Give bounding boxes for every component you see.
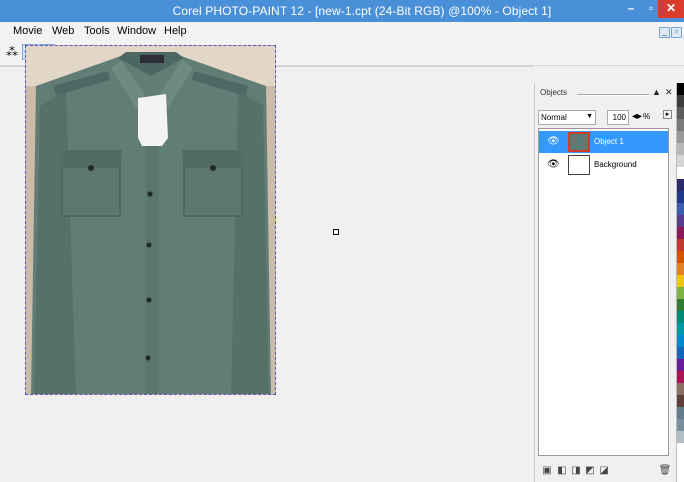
object-row-background[interactable]: 👁 Background xyxy=(539,154,668,176)
object-row-object-1[interactable]: 👁 Object 1 xyxy=(539,131,668,153)
color-swatch[interactable] xyxy=(677,227,684,239)
docker-options-icon[interactable]: ▸ xyxy=(663,110,672,119)
color-swatch[interactable] xyxy=(677,143,684,155)
window-title: Corel PHOTO-PAINT 12 - [new-1.cpt (24-Bi… xyxy=(172,4,552,18)
color-swatch[interactable] xyxy=(677,323,684,335)
color-swatch[interactable] xyxy=(677,95,684,107)
object-thumbnail xyxy=(568,132,590,152)
color-swatch[interactable] xyxy=(677,287,684,299)
objects-list: 👁 Object 1 👁 Background xyxy=(538,128,669,456)
color-swatch[interactable] xyxy=(677,131,684,143)
new-object-icon[interactable]: ▣ xyxy=(540,464,554,477)
color-swatch[interactable] xyxy=(677,431,684,443)
objects-docker: Objects ▲ ✕ Normal ▼ 100 ◂▸ % ▸ 👁 Object… xyxy=(534,83,674,482)
clip-group-icon[interactable]: ◪ xyxy=(597,464,611,477)
object-name: Background xyxy=(594,160,637,169)
background-thumbnail xyxy=(568,155,590,175)
document-minimize-button[interactable]: _ xyxy=(659,27,670,38)
merge-mode-value: Normal xyxy=(541,113,567,122)
color-swatch[interactable] xyxy=(677,215,684,227)
menu-help[interactable]: Help xyxy=(164,25,187,37)
color-swatch[interactable] xyxy=(677,119,684,131)
color-swatch[interactable] xyxy=(677,191,684,203)
menu-window-label: Window xyxy=(117,25,157,37)
docker-close-icon[interactable]: ✕ xyxy=(665,87,673,98)
menu-web[interactable]: Web xyxy=(52,25,74,37)
docker-footer: ▣ ◧ ◨ ◩ ◪ 🗑 xyxy=(538,464,672,480)
color-swatch[interactable] xyxy=(677,335,684,347)
color-swatch[interactable] xyxy=(677,383,684,395)
combine-icon[interactable]: ◨ xyxy=(569,464,583,477)
shirt-photo xyxy=(26,46,275,394)
menu-window[interactable]: Window xyxy=(117,25,156,37)
menu-help-label: Help xyxy=(164,25,187,37)
delete-object-icon[interactable]: 🗑 xyxy=(658,464,672,477)
docker-title: Objects xyxy=(540,88,568,97)
color-swatch[interactable] xyxy=(677,347,684,359)
color-swatch[interactable] xyxy=(677,407,684,419)
title-bar: Corel PHOTO-PAINT 12 - [new-1.cpt (24-Bi… xyxy=(0,0,684,22)
document-restore-button[interactable]: ▫ xyxy=(671,27,682,38)
color-swatch[interactable] xyxy=(677,167,684,179)
mask-icon[interactable]: ⁂ xyxy=(4,44,20,60)
color-swatch[interactable] xyxy=(677,179,684,191)
color-swatch[interactable] xyxy=(677,83,684,95)
shirt-image[interactable] xyxy=(25,45,276,395)
visibility-eye-icon[interactable]: 👁 xyxy=(547,136,560,147)
menu-tools[interactable]: Tools xyxy=(84,25,110,37)
object-node-handle[interactable] xyxy=(333,229,339,235)
docker-header: Objects ▲ ✕ xyxy=(535,87,675,101)
color-swatch[interactable] xyxy=(677,371,684,383)
color-palette xyxy=(676,83,684,482)
color-swatch[interactable] xyxy=(677,239,684,251)
color-swatch[interactable] xyxy=(677,395,684,407)
menu-tools-label: Tools xyxy=(84,25,110,37)
menu-bar: Movie Web Tools Window Help _ ▫ xyxy=(0,22,684,40)
visibility-eye-icon[interactable]: 👁 xyxy=(547,159,560,170)
mdi-controls: _ ▫ xyxy=(658,25,682,38)
color-swatch[interactable] xyxy=(677,263,684,275)
color-swatch[interactable] xyxy=(677,275,684,287)
opacity-input[interactable]: 100 xyxy=(607,110,629,125)
new-lens-icon[interactable]: ◧ xyxy=(555,464,569,477)
collapse-icon[interactable]: ▲ xyxy=(652,87,661,97)
minimize-button[interactable]: – xyxy=(620,0,642,18)
object-properties-row: Normal ▼ 100 ◂▸ % ▸ xyxy=(538,110,672,126)
menu-movie[interactable]: Movie xyxy=(13,25,42,37)
color-swatch[interactable] xyxy=(677,251,684,263)
docker-grip[interactable] xyxy=(577,94,649,96)
color-swatch[interactable] xyxy=(677,359,684,371)
opacity-unit: % xyxy=(643,112,651,121)
color-swatch[interactable] xyxy=(677,107,684,119)
color-swatch[interactable] xyxy=(677,419,684,431)
object-name: Object 1 xyxy=(594,137,624,146)
mask-from-object-icon[interactable]: ◩ xyxy=(583,464,597,477)
close-button[interactable]: ✕ xyxy=(658,0,684,18)
color-swatch[interactable] xyxy=(677,299,684,311)
menu-movie-label: Movie xyxy=(13,25,43,37)
color-swatch[interactable] xyxy=(677,311,684,323)
chevron-down-icon: ▼ xyxy=(586,113,593,120)
color-swatch[interactable] xyxy=(677,155,684,167)
merge-mode-select[interactable]: Normal ▼ xyxy=(538,110,596,125)
color-swatch[interactable] xyxy=(677,443,684,455)
menu-web-label: Web xyxy=(52,25,75,37)
opacity-stepper[interactable]: ◂▸ xyxy=(632,111,642,122)
color-swatch[interactable] xyxy=(677,203,684,215)
